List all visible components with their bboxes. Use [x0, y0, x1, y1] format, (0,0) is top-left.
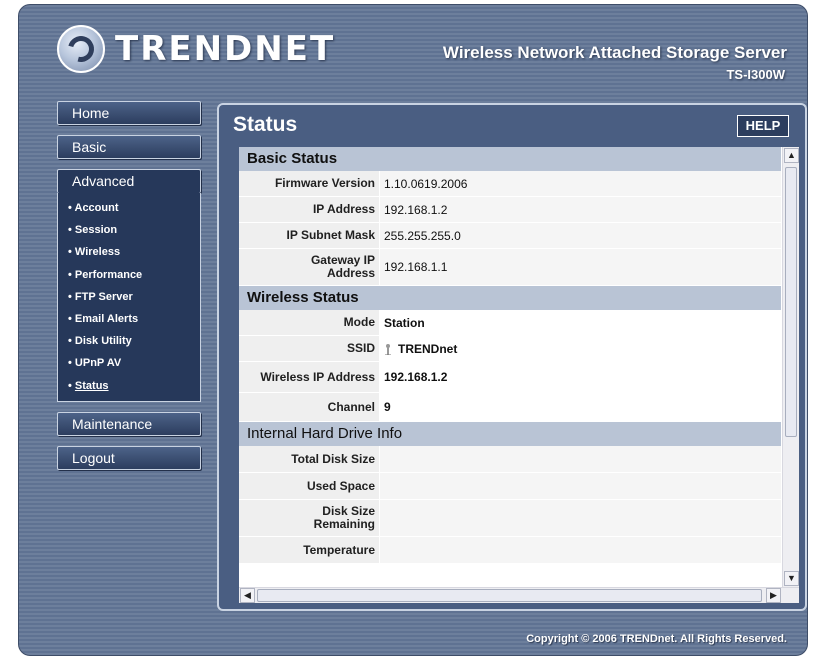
row-label: Disk Size Remaining [313, 504, 375, 531]
row-label: Temperature [303, 542, 375, 557]
row-label: Used Space [306, 478, 375, 493]
nav-advanced[interactable]: Advanced [57, 169, 201, 193]
brand-logo: TRENDNET [57, 25, 335, 73]
horizontal-scrollbar[interactable]: ◀ ▶ [239, 587, 799, 603]
help-button[interactable]: HELP [737, 115, 789, 137]
row-label: Gateway IP Address [310, 253, 375, 280]
row-value [379, 500, 781, 536]
ssid-value: TRENDnet [398, 341, 458, 356]
row-label: Total Disk Size [291, 451, 375, 466]
product-title: Wireless Network Attached Storage Server [442, 43, 787, 62]
vertical-scrollbar[interactable]: ▲ ▼ [782, 147, 799, 587]
page-title: Status [233, 113, 298, 136]
nav-wireless[interactable]: • Wireless [68, 241, 200, 263]
product-model: TS-I300W [726, 67, 785, 82]
table-row: SSID TRENDnet [239, 336, 781, 362]
table-row: Gateway IP Address 192.168.1.1 [239, 249, 781, 286]
drive-info-heading: Internal Hard Drive Info [239, 422, 781, 446]
nav-basic[interactable]: Basic [57, 135, 201, 159]
table-row: Used Space [239, 473, 781, 500]
scroll-right-button[interactable]: ▶ [766, 588, 781, 603]
row-label: IP Subnet Mask [286, 228, 375, 242]
table-row: Mode Station [239, 310, 781, 336]
row-value: 192.168.1.2 [379, 362, 781, 392]
nav-maintenance[interactable]: Maintenance [57, 411, 201, 436]
scroll-left-button[interactable]: ◀ [240, 588, 255, 603]
table-row: Total Disk Size [239, 446, 781, 473]
trendnet-logo-icon [57, 25, 105, 73]
nav-ftp-server[interactable]: • FTP Server [68, 286, 200, 308]
app-frame: TRENDNET Wireless Network Attached Stora… [18, 4, 808, 656]
row-value [379, 473, 781, 499]
row-label: SSID [346, 341, 375, 355]
row-value [379, 446, 781, 472]
brand-name: TRENDNET [115, 29, 336, 69]
nav-upnp-av[interactable]: • UPnP AV [68, 352, 200, 374]
antenna-icon [384, 343, 392, 355]
nav-logout[interactable]: Logout [57, 445, 201, 470]
row-value: 192.168.1.1 [379, 249, 781, 285]
row-value: 192.168.1.2 [379, 197, 781, 222]
row-label: Wireless IP Address [260, 369, 375, 384]
copyright-text: Copyright © 2006 TRENDnet. All Rights Re… [526, 633, 787, 645]
nav-email-alerts[interactable]: • Email Alerts [68, 308, 200, 330]
nav-session[interactable]: • Session [68, 219, 200, 241]
basic-status-heading: Basic Status [239, 147, 781, 171]
row-label: Channel [327, 399, 375, 414]
nav-account[interactable]: • Account [68, 197, 200, 219]
nav-status[interactable]: • Status [68, 375, 200, 397]
row-value: Station [379, 310, 781, 335]
row-value: 255.255.255.0 [379, 223, 781, 248]
wireless-status-heading: Wireless Status [239, 286, 781, 310]
table-row: IP Address 192.168.1.2 [239, 197, 781, 223]
row-value: TRENDnet [379, 336, 781, 361]
row-label: IP Address [312, 202, 375, 216]
sidebar-nav: Home Basic Advanced • Account • Session … [57, 101, 201, 480]
status-scroll-area[interactable]: Basic Status Firmware Version 1.10.0619.… [239, 147, 799, 603]
row-label: Mode [343, 315, 375, 329]
status-viewport: Basic Status Firmware Version 1.10.0619.… [239, 147, 781, 587]
advanced-submenu: • Account • Session • Wireless • Perform… [57, 193, 201, 402]
nav-disk-utility[interactable]: • Disk Utility [68, 330, 200, 352]
table-row: Temperature [239, 537, 781, 564]
table-row: Firmware Version 1.10.0619.2006 [239, 171, 781, 197]
table-row: Disk Size Remaining [239, 500, 781, 537]
table-row: IP Subnet Mask 255.255.255.0 [239, 223, 781, 249]
row-value [379, 537, 781, 563]
content-panel: Status HELP Basic Status Firmware Versio… [217, 103, 807, 611]
row-label: Firmware Version [274, 176, 375, 190]
table-row: Wireless IP Address 192.168.1.2 [239, 362, 781, 393]
vertical-scroll-thumb[interactable] [785, 167, 797, 437]
horizontal-scroll-thumb[interactable] [257, 589, 762, 602]
nav-home[interactable]: Home [57, 101, 201, 125]
row-value: 9 [379, 393, 781, 421]
table-row: Channel 9 [239, 393, 781, 422]
scroll-down-button[interactable]: ▼ [784, 571, 799, 586]
row-value: 1.10.0619.2006 [379, 171, 781, 196]
scroll-up-button[interactable]: ▲ [784, 148, 799, 163]
nav-performance[interactable]: • Performance [68, 264, 200, 286]
